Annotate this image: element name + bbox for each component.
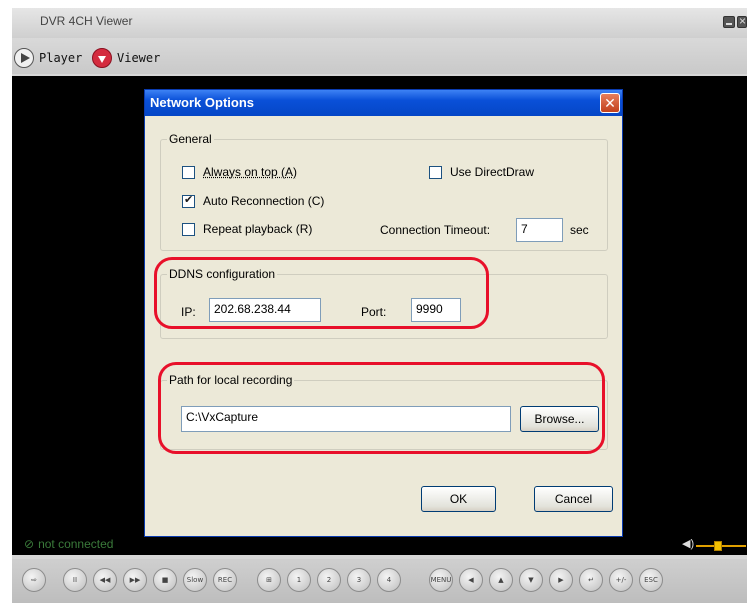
player-mode-label: Player	[39, 51, 83, 65]
rewind-button[interactable]: ◀◀	[93, 568, 117, 592]
viewer-mode-label: Viewer	[117, 51, 161, 65]
menu-button[interactable]: MENU	[429, 568, 453, 592]
layout-quad-button[interactable]: ⊞	[257, 568, 281, 592]
dialog-close-button[interactable]: ✕	[600, 93, 620, 113]
fast-forward-button[interactable]: ▶▶	[123, 568, 147, 592]
dialog-title: Network Options	[150, 95, 255, 110]
exit-button[interactable]: ⇨	[22, 568, 46, 592]
link-icon: ⊘	[24, 537, 35, 551]
play-icon	[14, 48, 34, 68]
exit-menu-button[interactable]: ESC	[639, 568, 663, 592]
ok-button[interactable]: OK	[421, 486, 496, 512]
close-window-button[interactable]	[737, 14, 747, 28]
player-mode-button[interactable]: Player	[14, 47, 82, 69]
use-directdraw-label: Use DirectDraw	[450, 165, 535, 179]
app-titlebar: DVR 4CH Viewer	[12, 8, 747, 38]
network-options-dialog: Network Options ✕ General Always on top …	[144, 89, 623, 537]
slow-button[interactable]: Slow	[183, 568, 207, 592]
recording-path-input[interactable]: C:\VxCapture	[181, 406, 511, 432]
control-bar: ⇨ II ◀◀ ▶▶ ■ Slow REC ⊞ 1 2 3 4 MENU ◀ ▲ ▼ ▶ ↵ +/- ESC	[12, 559, 747, 603]
connection-timeout-label: Connection Timeout:	[380, 223, 491, 237]
channel-3-button[interactable]: 3	[347, 568, 371, 592]
auto-reconnection-label: Auto Reconnection (C)	[203, 194, 325, 208]
volume-control[interactable]: ◀)	[682, 538, 747, 553]
rec-button[interactable]: REC	[213, 568, 237, 592]
ptz-left-button[interactable]: ◀	[459, 568, 483, 592]
volume-slider-knob[interactable]	[714, 541, 722, 551]
dialog-titlebar: Network Options ✕	[145, 90, 622, 116]
use-directdraw-checkbox[interactable]	[429, 166, 442, 179]
general-group: General Always on top (A) Use DirectDraw…	[160, 132, 608, 251]
ptz-down-button[interactable]: ▼	[519, 568, 543, 592]
pause-button[interactable]: II	[63, 568, 87, 592]
minimize-button[interactable]	[723, 16, 735, 28]
ptz-zoom-button[interactable]: +/-	[609, 568, 633, 592]
ddns-group: DDNS configuration IP: 202.68.238.44 Por…	[160, 267, 608, 339]
auto-reconnection-checkbox[interactable]	[182, 193, 195, 208]
cancel-button[interactable]: Cancel	[534, 486, 613, 512]
ip-address-input[interactable]: 202.68.238.44	[209, 298, 321, 322]
always-on-top-label: Always on top (A)	[203, 165, 298, 179]
status-label: not connected	[38, 537, 114, 551]
ddns-legend: DDNS configuration	[167, 267, 278, 281]
channel-1-button[interactable]: 1	[287, 568, 311, 592]
channel-4-button[interactable]: 4	[377, 568, 401, 592]
ptz-enter-button[interactable]: ↵	[579, 568, 603, 592]
recording-legend: Path for local recording	[167, 373, 295, 387]
mode-bar: Player Viewer	[12, 38, 747, 74]
general-legend: General	[167, 132, 214, 146]
connection-status: ⊘ not connected	[24, 537, 113, 551]
speaker-icon: ◀)	[682, 538, 695, 550]
port-input[interactable]: 9990	[411, 298, 461, 322]
channel-2-button[interactable]: 2	[317, 568, 341, 592]
always-on-top-checkbox[interactable]	[182, 166, 195, 179]
local-recording-group: Path for local recording C:\VxCapture Br…	[160, 373, 608, 450]
ptz-right-button[interactable]: ▶	[549, 568, 573, 592]
viewer-icon	[92, 48, 112, 68]
connection-timeout-input[interactable]: 7	[516, 218, 563, 242]
port-label: Port:	[361, 305, 387, 319]
ip-label: IP:	[181, 305, 196, 319]
ptz-up-button[interactable]: ▲	[489, 568, 513, 592]
app-title: DVR 4CH Viewer	[40, 14, 133, 28]
timeout-unit-label: sec	[570, 223, 589, 237]
stop-button[interactable]: ■	[153, 568, 177, 592]
repeat-playback-checkbox[interactable]	[182, 223, 195, 236]
browse-button[interactable]: Browse...	[520, 406, 599, 432]
viewer-mode-button[interactable]: Viewer	[92, 47, 160, 69]
repeat-playback-label: Repeat playback (R)	[203, 222, 313, 236]
